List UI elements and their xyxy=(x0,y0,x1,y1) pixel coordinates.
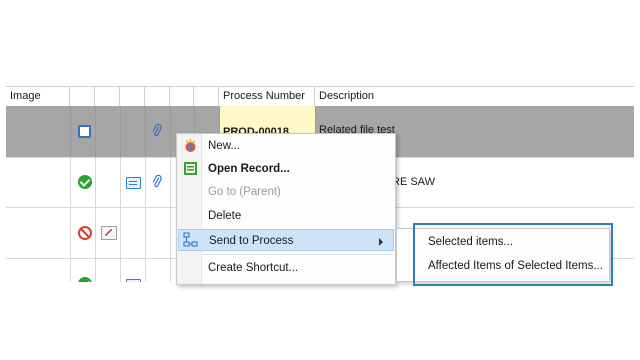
menu-item-label: New... xyxy=(208,140,240,152)
menu-item-label: Open Record... xyxy=(208,163,290,175)
menu-item-new[interactable]: New... xyxy=(178,135,394,157)
submenu-arrow-icon xyxy=(379,238,383,246)
comment-icon[interactable] xyxy=(126,279,141,282)
column-header-process-number[interactable]: Process Number xyxy=(219,87,315,106)
paperclip-icon[interactable] xyxy=(152,123,162,138)
column-header-image[interactable]: Image xyxy=(6,87,70,106)
column-header-label: Process Number xyxy=(223,90,305,102)
paperclip-icon[interactable] xyxy=(152,174,162,189)
application-window: Image Process Number Description PROD-00… xyxy=(0,0,640,360)
comment-icon[interactable] xyxy=(126,177,141,189)
description: RE SAW xyxy=(392,176,435,188)
menu-item-label: Delete xyxy=(208,210,242,222)
column-header-label: Description xyxy=(319,90,375,102)
column-header-blank[interactable] xyxy=(170,87,194,106)
context-menu: New... Open Record... Go to (Parent) Del… xyxy=(176,133,396,285)
column-header-blank[interactable] xyxy=(70,87,95,106)
check-circle-icon xyxy=(78,175,92,189)
menu-item-go-to-parent[interactable]: Go to (Parent) xyxy=(178,181,394,203)
menu-item-send-to-process[interactable]: Send to Process xyxy=(178,229,394,251)
form-icon[interactable] xyxy=(101,226,117,240)
column-header-description[interactable]: Description xyxy=(315,87,634,106)
column-header-blank[interactable] xyxy=(120,87,145,106)
new-icon xyxy=(185,139,196,152)
open-record-icon xyxy=(184,162,197,175)
no-entry-icon xyxy=(78,226,92,240)
highlight-callout xyxy=(413,223,613,286)
square-icon xyxy=(78,125,91,138)
menu-item-create-shortcut[interactable]: Create Shortcut... xyxy=(178,257,394,279)
menu-item-label: Go to (Parent) xyxy=(208,186,281,198)
menu-item-delete[interactable]: Delete xyxy=(178,205,394,227)
menu-separator xyxy=(203,254,393,255)
grid-header: Image Process Number Description xyxy=(6,86,634,107)
column-header-blank[interactable] xyxy=(145,87,170,106)
send-to-process-icon xyxy=(183,232,198,247)
check-circle-icon xyxy=(78,277,92,282)
column-header-label: Image xyxy=(10,90,41,102)
menu-item-open-record[interactable]: Open Record... xyxy=(178,158,394,180)
menu-item-label: Create Shortcut... xyxy=(208,262,299,274)
menu-item-label: Send to Process xyxy=(209,235,294,247)
column-header-blank[interactable] xyxy=(194,87,219,106)
column-header-blank[interactable] xyxy=(95,87,120,106)
